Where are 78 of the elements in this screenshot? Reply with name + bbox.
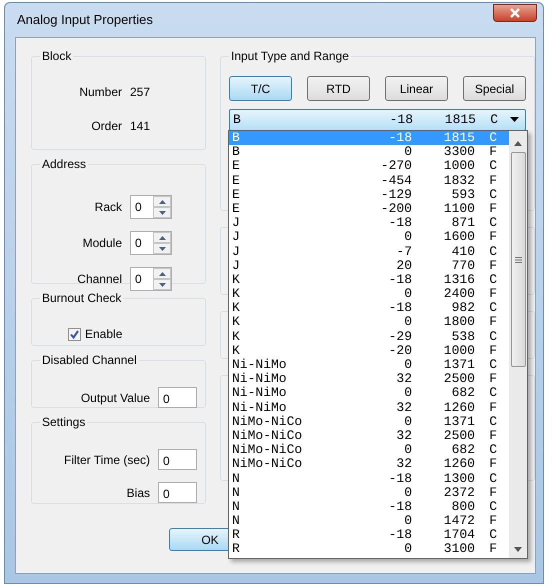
type-button[interactable]: T/C [229,76,292,101]
close-icon [509,8,521,18]
scroll-up-icon[interactable] [514,141,522,146]
list-option[interactable]: J -18 871 C [229,216,509,230]
scroll-down-icon[interactable] [514,547,522,552]
list-option[interactable]: Ni-NiMo 0 682 C [229,386,509,401]
list-option[interactable]: N -18 1300 C [229,472,509,486]
spin-field[interactable]: 0 [130,195,172,219]
group-title: Input Type and Range [229,48,351,64]
list-option[interactable]: Ni-NiMo 32 1260 F [229,400,509,415]
down-arrow-icon [158,246,166,250]
caret-icon [510,117,519,122]
spin-up-button[interactable] [153,268,171,279]
list-option[interactable]: Ni-NiMo 32 2500 F [229,372,509,386]
field-label: Channel [76,271,122,288]
up-arrow-icon [158,236,166,240]
spin-up-button[interactable] [153,196,171,207]
list-option[interactable]: J -7 410 C [229,244,509,259]
up-arrow-icon [158,200,166,204]
spin-down-button[interactable] [153,243,171,254]
combo-text: 1815 [444,111,476,130]
grip-icon [514,256,522,262]
down-arrow-icon [158,282,166,286]
type-button[interactable]: Special [463,76,526,101]
list-option[interactable]: Ni-NiMo 0 1371 C [229,358,509,372]
down-arrow-icon [158,210,166,214]
list-option[interactable]: J 0 1600 F [229,230,509,244]
up-arrow-icon [158,272,166,276]
list-option[interactable]: N -18 800 C [229,500,509,514]
type-button[interactable]: RTD [307,76,370,101]
list-option[interactable]: E -200 1100 F [229,202,509,216]
list-option[interactable]: K -18 1316 C [229,272,509,288]
window-title: Analog Input Properties [17,11,153,30]
combo-text: C [489,111,498,130]
spin-down-button[interactable] [153,279,171,290]
list-option[interactable]: N 0 1472 F [229,514,509,528]
group-title: Settings [40,414,88,430]
field-label: Module [82,235,122,252]
combo-text: -18 [388,111,413,130]
list-option[interactable]: B 0 3300 F [229,145,509,160]
list-option[interactable]: NiMo-NiCo 0 1371 C [229,414,509,429]
combo-text: B [233,111,242,130]
range-dropdown[interactable]: B -18 1815 C [229,109,526,131]
spin-up-button[interactable] [153,232,171,243]
list-option[interactable]: N 0 2372 F [229,486,509,500]
checkbox-label: Enable [85,326,122,343]
spin-field[interactable]: 0 [130,267,172,291]
list-option[interactable]: E -129 593 C [229,188,509,202]
list-option[interactable]: J 20 770 F [229,258,509,273]
field-label: Number [78,84,122,101]
list-option[interactable]: E -454 1832 F [229,174,509,188]
list-option[interactable]: K -18 982 C [229,301,509,316]
field-label: Bias [126,484,150,502]
list-option[interactable]: NiMo-NiCo 32 2500 F [229,428,509,444]
spin-field[interactable]: 0 [130,231,172,255]
field-label: Rack [94,199,122,216]
close-button[interactable] [493,4,537,22]
list-option[interactable]: K -29 538 C [229,330,509,344]
list-option[interactable]: NiMo-NiCo 32 1260 F [229,457,509,472]
spin-down-button[interactable] [153,207,171,218]
field-label: Filter Time (sec) [62,452,150,468]
input-field[interactable]: 0 [158,482,197,503]
list-option[interactable]: NiMo-NiCo 0 682 C [229,443,509,458]
list-option[interactable]: K 0 1800 F [229,315,509,330]
input-field[interactable]: 0 [158,387,197,408]
list-option[interactable]: K -20 1000 F [229,344,509,358]
list-option[interactable]: E -270 1000 C [229,159,509,174]
check-icon [70,330,79,338]
type-button[interactable]: Linear [385,76,448,101]
field-label: Output Value [80,390,150,406]
list-option[interactable]: K 0 2400 F [229,287,509,302]
field-value: 257 [130,84,150,101]
field-label: Order [90,118,122,135]
input-field[interactable]: 0 [158,449,197,470]
scrollbar[interactable] [509,131,527,558]
scroll-thumb[interactable] [510,152,526,367]
checkbox[interactable] [68,328,81,340]
field-value: 141 [130,118,150,135]
